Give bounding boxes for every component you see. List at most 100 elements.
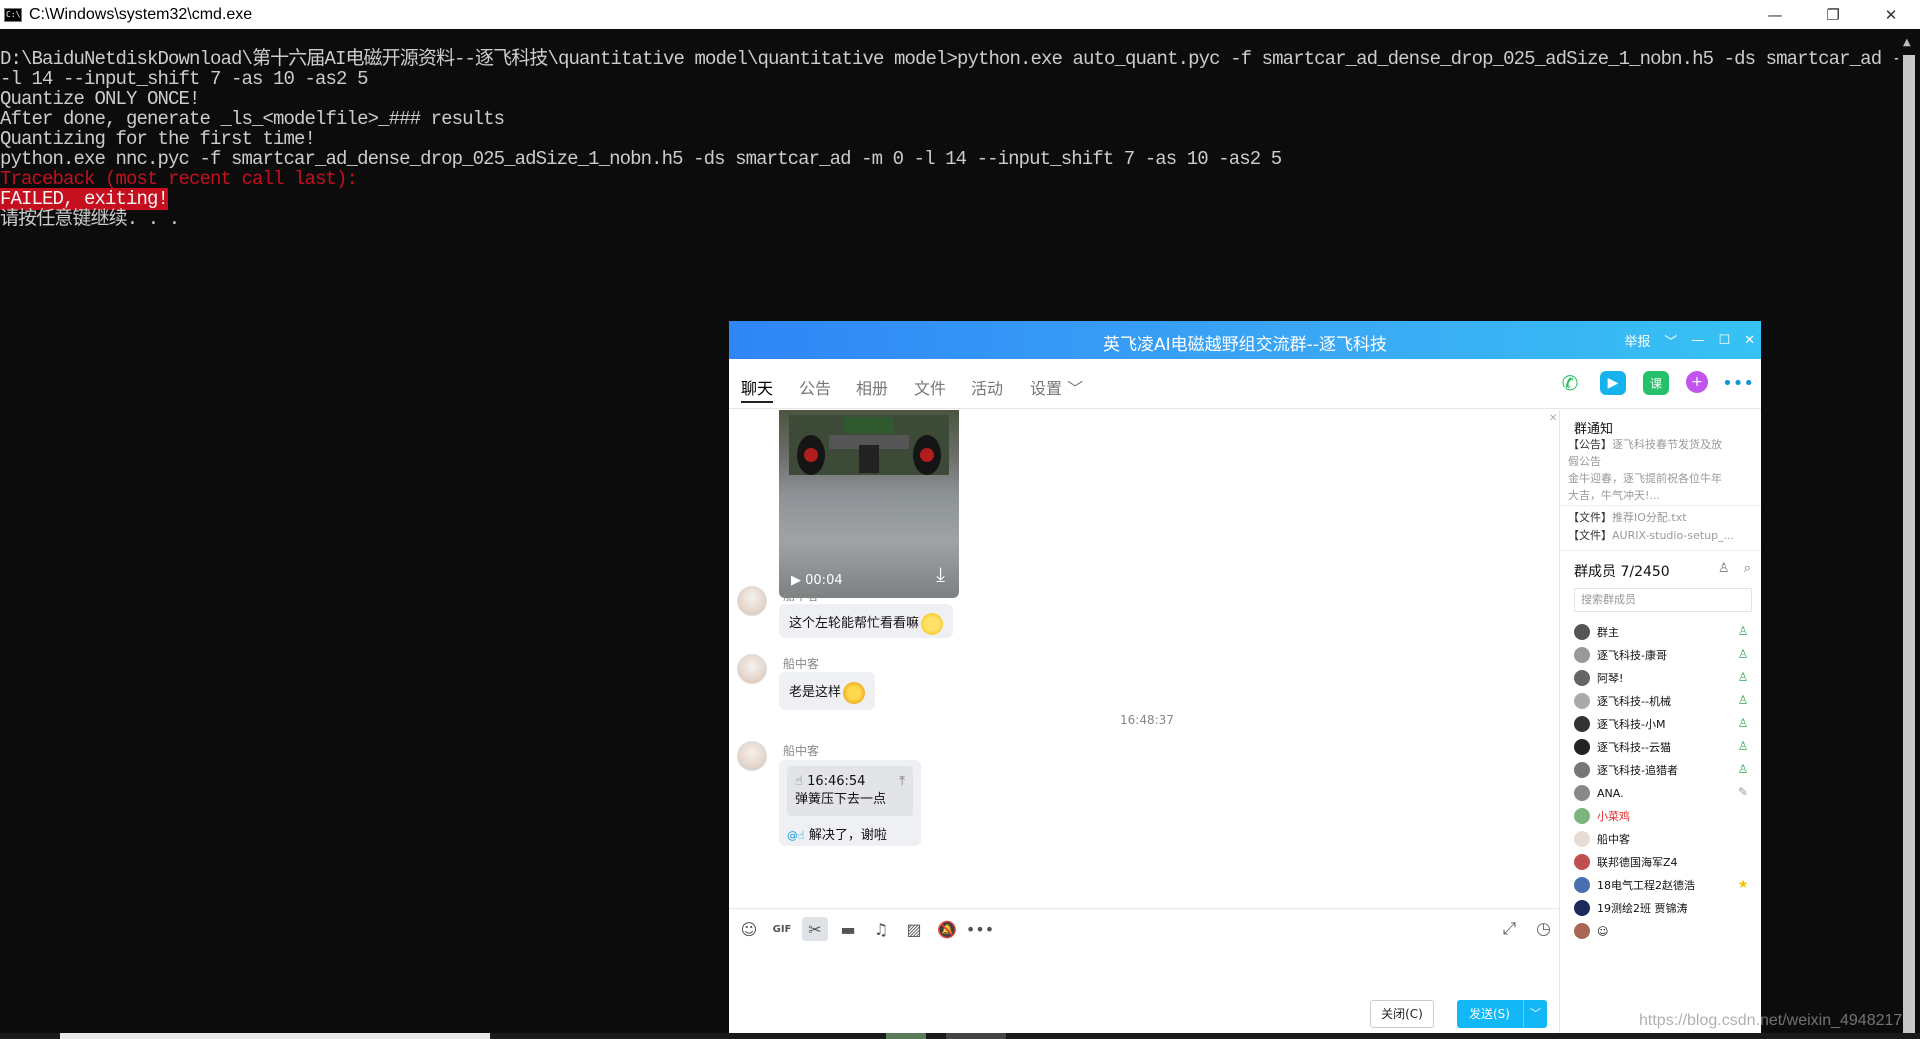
member-avatar[interactable]	[1574, 785, 1590, 801]
search-icon[interactable]: ⌕	[1744, 561, 1751, 576]
music-icon[interactable]: ♫	[868, 917, 894, 941]
jump-up-icon[interactable]: ⤒	[899, 773, 905, 791]
video-duration: ▶ 00:04	[791, 573, 843, 588]
tab-announcement[interactable]: 公告	[799, 375, 831, 399]
expand-icon[interactable]: ⤢	[1503, 919, 1517, 939]
reply-text: 解决了，谢啦	[808, 828, 887, 843]
admin-icon: ♙	[1737, 739, 1749, 753]
taskbar-search[interactable]	[60, 1033, 490, 1039]
maximize-button[interactable]: ☐	[1718, 333, 1730, 348]
member-item[interactable]: 阿琴! ♙	[1574, 668, 1756, 688]
minimize-button[interactable]: —	[1691, 333, 1704, 348]
history-icon[interactable]: ◷	[1536, 919, 1551, 939]
close-icon[interactable]: ✕	[1549, 413, 1557, 424]
taskbar-app[interactable]	[946, 1033, 1006, 1039]
notice-item: 大吉，牛气冲天!...	[1568, 485, 1754, 506]
tab-chat[interactable]: 聊天	[741, 375, 774, 403]
avatar[interactable]	[737, 586, 767, 616]
send-options-icon[interactable]: ﹀	[1523, 1000, 1547, 1028]
member-search-input[interactable]: 搜索群成员	[1574, 588, 1752, 612]
member-item[interactable]: 联邦德国海军Z4	[1574, 852, 1756, 872]
sender-name: 船中客	[783, 657, 820, 671]
member-item[interactable]: 逐飞科技--机械 ♙	[1574, 691, 1756, 711]
video-call-icon[interactable]: ▶	[1600, 371, 1626, 395]
message-input-area[interactable]: ☺ GIF ✂ ▬ ♫ ▨ 🔕 ••• ⤢ ◷ 关闭(C) 发送(S) ﹀	[729, 908, 1559, 1033]
member-avatar[interactable]	[1574, 670, 1590, 686]
member-avatar[interactable]	[1574, 624, 1590, 640]
member-item[interactable]: 18电气工程2赵德浩 ★	[1574, 875, 1756, 895]
tab-files[interactable]: 文件	[914, 375, 946, 399]
more-icon[interactable]: •••	[966, 917, 994, 941]
send-button[interactable]: 发送(S) ﹀	[1457, 1000, 1547, 1028]
member-item[interactable]: ANA. ✎	[1574, 783, 1756, 803]
reply-message-bubble[interactable]: ☝ 16:46:54 ⤒ 弹簧压下去一点 @☝ 解决了，谢啦	[779, 760, 921, 846]
member-item[interactable]: 逐飞科技-小M ♙	[1574, 714, 1756, 734]
image-icon[interactable]: ▨	[901, 917, 927, 941]
group-side-panel: 群通知 【公告】逐飞科技春节发货及放 假公告 金牛迎春，逐飞提前祝各位牛年 大吉…	[1559, 410, 1761, 1033]
gif-icon[interactable]: GIF	[769, 917, 795, 941]
member-item[interactable]: 群主 ♙	[1574, 622, 1756, 642]
avatar[interactable]	[737, 741, 767, 771]
member-item[interactable]: 逐飞科技-追猎者 ♙	[1574, 760, 1756, 780]
message-timestamp: 16:48:37	[1120, 713, 1174, 727]
member-item[interactable]: 逐飞科技-康哥 ♙	[1574, 645, 1756, 665]
member-item[interactable]: 船中客	[1574, 829, 1756, 849]
mention-icon: @☝	[787, 829, 805, 842]
member-avatar[interactable]	[1574, 877, 1590, 893]
minimize-button[interactable]: —	[1746, 0, 1804, 29]
close-chat-button[interactable]: 关闭(C)	[1370, 1000, 1434, 1028]
member-item[interactable]: 19测绘2班 贾锦涛	[1574, 898, 1756, 918]
add-app-icon[interactable]: +	[1686, 371, 1708, 393]
message-bubble[interactable]: 老是这样	[779, 672, 876, 710]
quote-icon: ☝	[795, 774, 803, 789]
notice-text: 金牛迎春，逐飞提前祝各位牛年	[1568, 472, 1722, 485]
admin-icon: ♙	[1737, 624, 1749, 638]
avatar[interactable]	[737, 654, 767, 684]
file-item[interactable]: 【文件】AURIX-studio-setup_...	[1568, 525, 1754, 546]
scrollbar-thumb[interactable]	[1903, 55, 1915, 1035]
member-avatar[interactable]	[1574, 854, 1590, 870]
download-icon[interactable]: ⤓	[936, 562, 945, 586]
cmd-scrollbar[interactable]: ▲	[1898, 29, 1920, 1035]
close-button[interactable]: ✕	[1862, 0, 1920, 29]
screenshot-icon[interactable]: ✂	[802, 917, 828, 941]
member-avatar[interactable]	[1574, 900, 1590, 916]
member-item[interactable]: 小菜鸡	[1574, 806, 1756, 826]
member-avatar[interactable]	[1574, 831, 1590, 847]
send-label: 发送(S)	[1469, 1007, 1510, 1021]
report-button[interactable]: 举报	[1624, 331, 1650, 350]
member-avatar[interactable]	[1574, 923, 1590, 939]
member-avatar[interactable]	[1574, 762, 1590, 778]
phone-call-icon[interactable]: ✆	[1557, 371, 1583, 395]
member-item[interactable]: 逐飞科技--云猫 ♙	[1574, 737, 1756, 757]
message-text: 这个左轮能帮忙看看嘛	[789, 616, 920, 631]
member-avatar[interactable]	[1574, 716, 1590, 732]
tab-activity[interactable]: 活动	[971, 375, 1003, 399]
message-bubble[interactable]: 这个左轮能帮忙看看嘛	[779, 604, 954, 638]
emoji-icon[interactable]: ☺	[736, 917, 762, 941]
chat-message-area[interactable]: ✕ ▶ 00:04 ⤓ 船中客 这个左轮能帮忙看看嘛 船中客 老是这样 16:4…	[729, 410, 1559, 908]
folder-icon[interactable]: ▬	[835, 917, 861, 941]
tab-settings[interactable]: 设置 ﹀	[1030, 375, 1083, 399]
rc-car-image	[789, 415, 949, 475]
close-button[interactable]: ✕	[1744, 333, 1755, 348]
member-avatar[interactable]	[1574, 647, 1590, 663]
restore-button[interactable]: ❐	[1804, 0, 1862, 29]
quoted-message[interactable]: ☝ 16:46:54 ⤒ 弹簧压下去一点	[787, 766, 913, 816]
notice-text: 大吉，牛气冲天!...	[1568, 489, 1660, 502]
dropdown-icon[interactable]: ﹀	[1664, 331, 1677, 350]
cmd-titlebar: C:\ C:\Windows\system32\cmd.exe — ❐ ✕	[0, 0, 1920, 29]
member-item[interactable]: ☺	[1574, 921, 1756, 941]
more-icon[interactable]: •••	[1722, 371, 1754, 395]
classroom-icon[interactable]: 课	[1643, 371, 1669, 395]
member-avatar[interactable]	[1574, 739, 1590, 755]
mute-bell-icon[interactable]: 🔕	[934, 917, 960, 941]
member-avatar[interactable]	[1574, 808, 1590, 824]
add-member-icon[interactable]: ♙	[1718, 561, 1730, 576]
member-name: 18电气工程2赵德浩	[1597, 879, 1695, 892]
scroll-up-icon[interactable]: ▲	[1903, 37, 1911, 48]
video-message[interactable]: ▶ 00:04 ⤓	[779, 410, 959, 598]
tab-album[interactable]: 相册	[856, 375, 888, 399]
member-avatar[interactable]	[1574, 693, 1590, 709]
taskbar-app[interactable]	[886, 1033, 926, 1039]
